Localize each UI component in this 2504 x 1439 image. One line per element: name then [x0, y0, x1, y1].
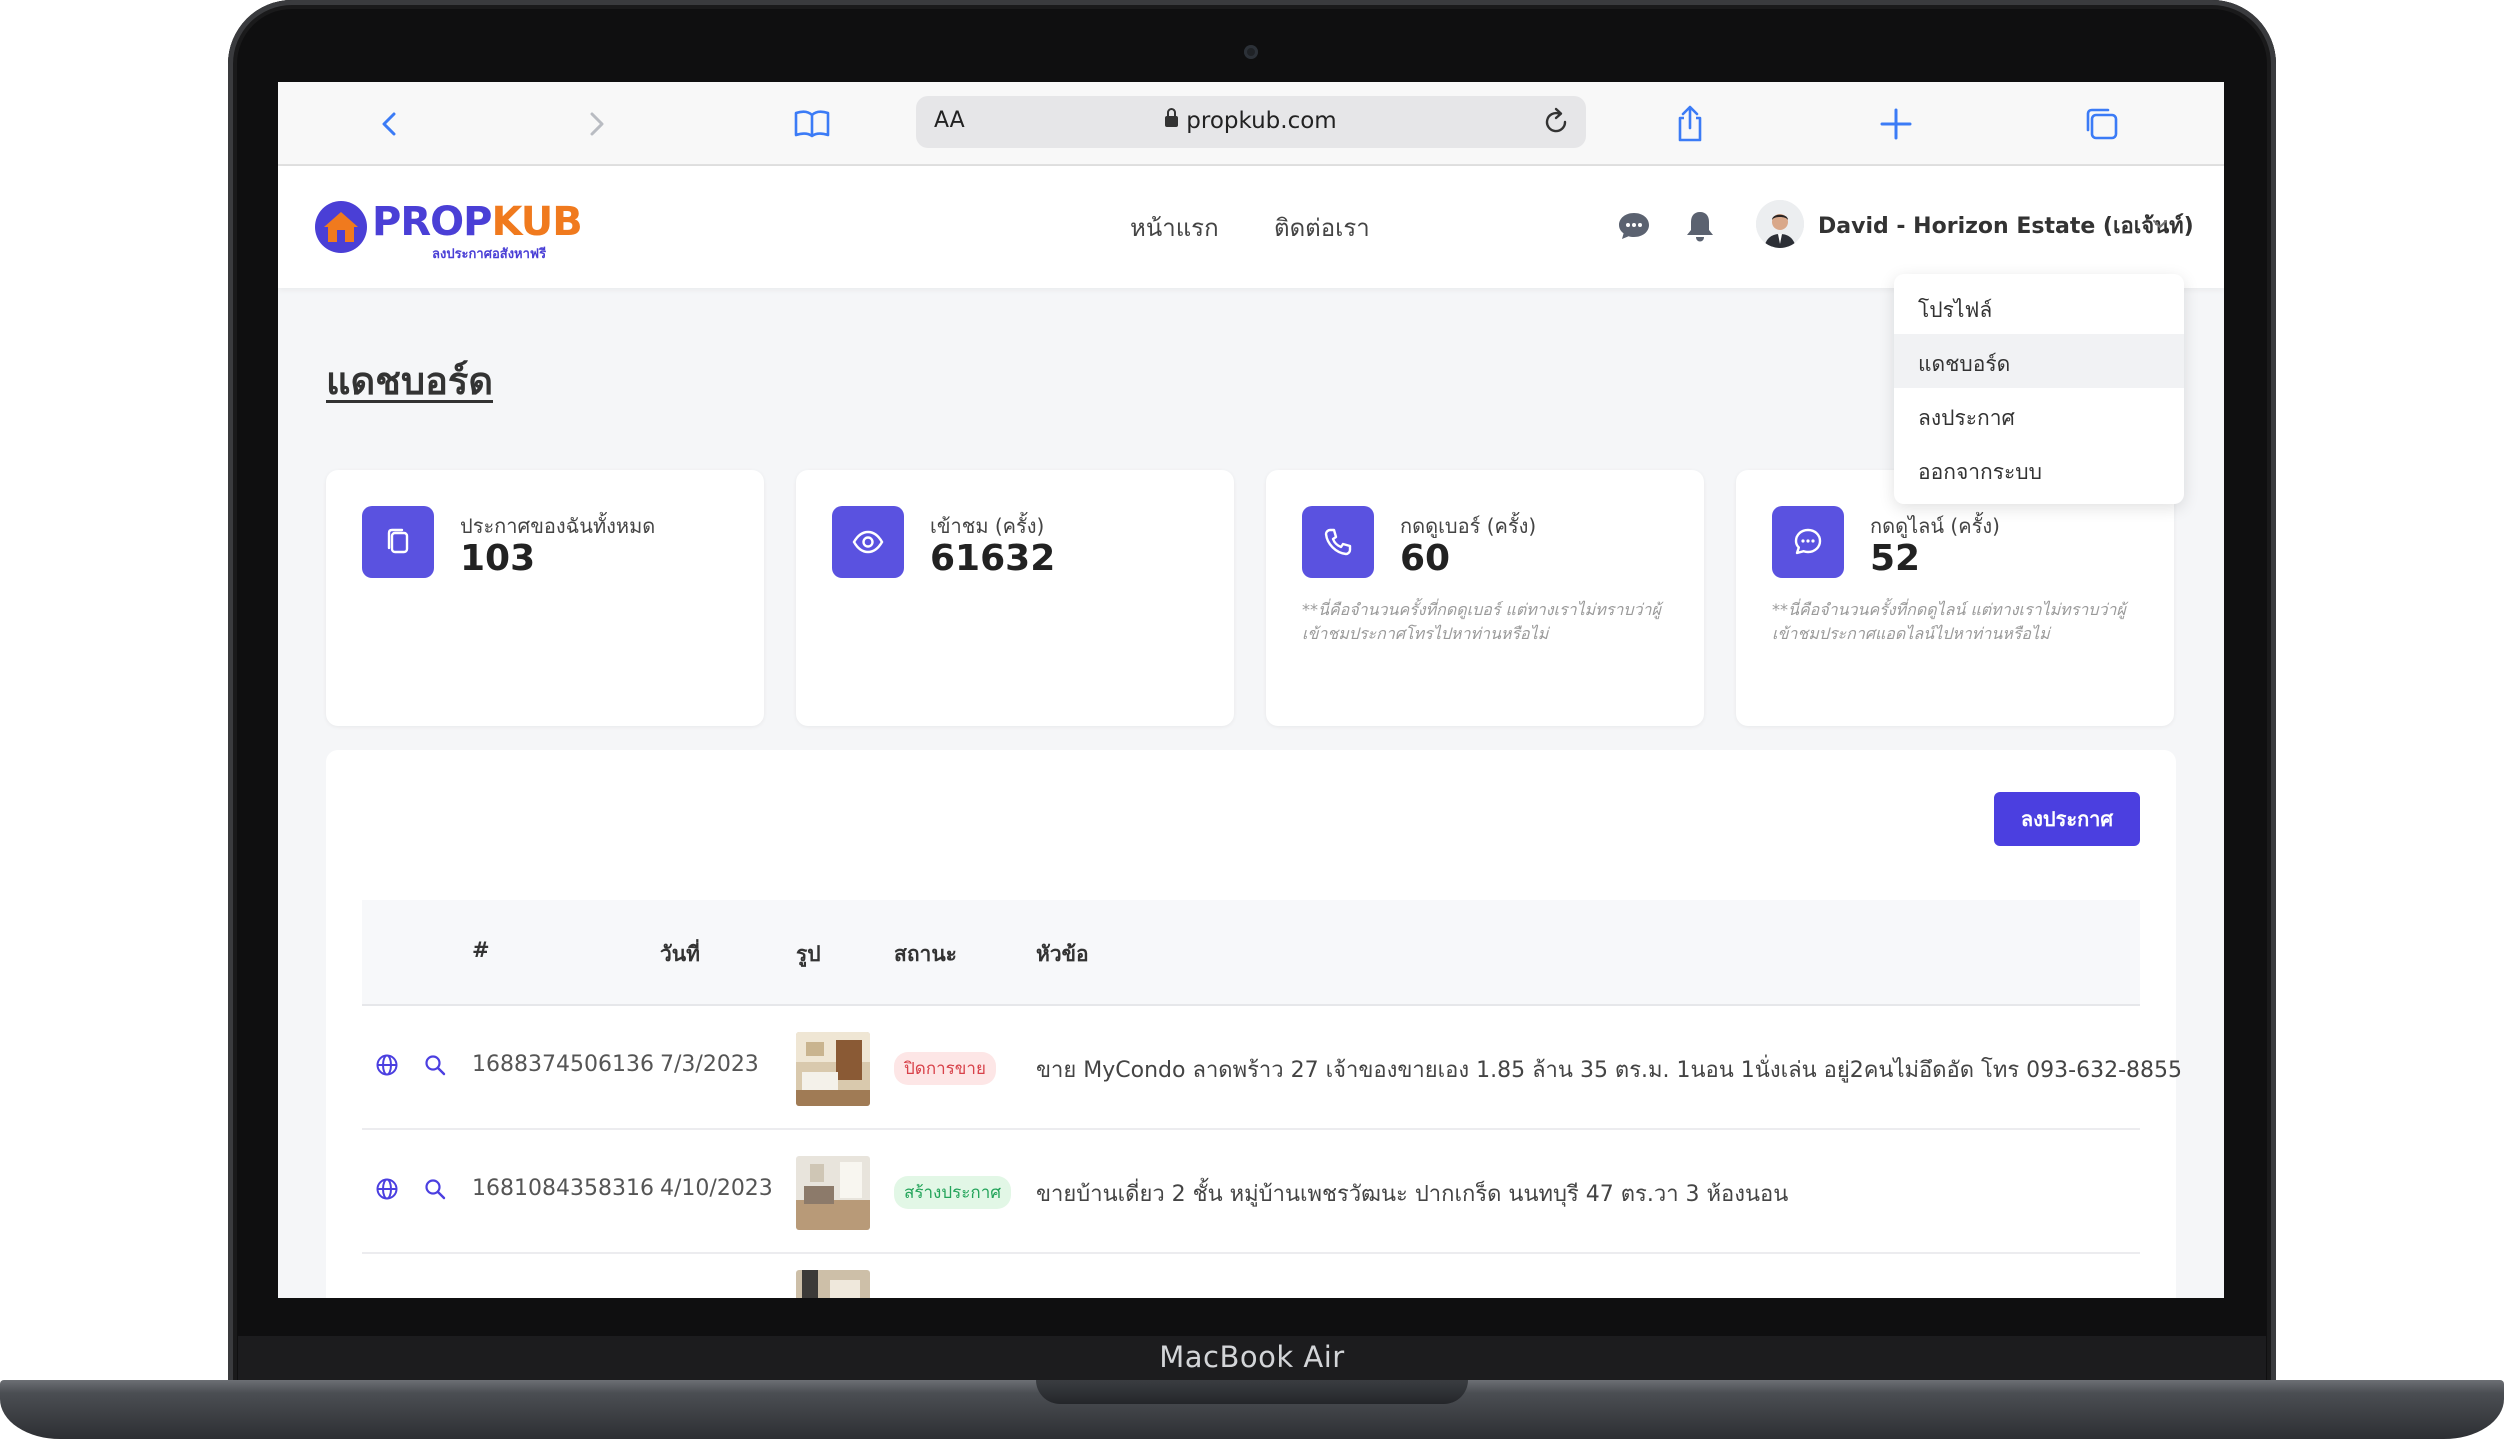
status-badge: ปิดการขาย — [894, 1052, 996, 1085]
logo-wordmark: PROPKUB — [372, 199, 583, 245]
col-image: รูป — [796, 942, 821, 966]
col-title: หัวข้อ — [1036, 942, 1089, 966]
stat-card-views: เข้าชม (ครั้ง) 61632 — [796, 470, 1234, 726]
globe-icon[interactable] — [374, 1176, 400, 1202]
menu-item-logout[interactable]: ออกจากระบบ — [1894, 442, 2184, 496]
col-id: # — [472, 938, 490, 962]
bell-icon[interactable] — [1680, 206, 1720, 246]
globe-icon[interactable] — [374, 1052, 400, 1078]
chat-icon[interactable] — [1614, 206, 1654, 246]
menu-item-label: ลงประกาศ — [1918, 406, 2015, 430]
listing-id: 1688374506136 — [472, 1052, 654, 1077]
screen: AA propkub.com PROPKUB ลงประกาศอสังหาฟรี… — [278, 82, 2224, 1298]
avatar[interactable] — [1756, 200, 1804, 248]
site-header: PROPKUB ลงประกาศอสังหาฟรี หน้าแรก ติดต่อ… — [278, 166, 2224, 288]
table-row[interactable]: 1688374506136 7/3/2023 ปิดการขาย ขาย MyC… — [362, 1006, 2182, 1130]
stat-note: **นี่คือจำนวนครั้งที่กดดูเบอร์ แต่ทางเรา… — [1302, 600, 1661, 643]
new-tab-icon[interactable] — [1874, 102, 1918, 146]
menu-item-label: โปรไฟล์ — [1918, 298, 1993, 322]
stat-value: 60 — [1400, 538, 1451, 579]
listing-thumbnail[interactable] — [796, 1270, 870, 1298]
nav-home[interactable]: หน้าแรก — [1130, 208, 1219, 247]
device-label: MacBook Air — [1159, 1340, 1345, 1374]
search-icon[interactable] — [422, 1052, 448, 1078]
stat-card-line-clicks: กดดูไลน์ (ครั้ง) 52 **นี่คือจำนวนครั้งที… — [1736, 470, 2174, 726]
listing-date: 7/3/2023 — [660, 1052, 759, 1077]
stat-value: 52 — [1870, 538, 1921, 579]
url-text: propkub.com — [916, 108, 1586, 134]
forward-icon[interactable] — [574, 102, 618, 146]
stat-value: 61632 — [930, 538, 1056, 579]
listing-title[interactable]: ขาย MyCondo ลาดพร้าว 27 เจ้าของขายเอง 1.… — [1036, 1052, 2182, 1087]
menu-item-profile[interactable]: โปรไฟล์ — [1894, 280, 2184, 334]
laptop-notch — [1036, 1380, 1468, 1404]
message-icon — [1772, 506, 1844, 578]
table-row[interactable]: 1681084358316 4/10/2023 สร้างประกาศ ขายบ… — [362, 1130, 2140, 1254]
copy-icon — [362, 506, 434, 578]
listing-date: 4/10/2023 — [660, 1176, 773, 1201]
phone-icon — [1302, 506, 1374, 578]
stat-card-listings: ประกาศของฉันทั้งหมด 103 — [326, 470, 764, 726]
camera-dot — [1244, 45, 1258, 59]
status-badge: สร้างประกาศ — [894, 1176, 1012, 1209]
reload-icon[interactable] — [1540, 106, 1572, 138]
user-menu-name[interactable]: David - Horizon Estate (เอเจ้นท์) — [1818, 208, 2194, 243]
page-title: แดชบอร์ด — [326, 359, 493, 403]
post-listing-button[interactable]: ลงประกาศ — [1994, 792, 2140, 846]
listing-thumbnail[interactable] — [796, 1156, 870, 1230]
stat-card-phone-clicks: กดดูเบอร์ (ครั้ง) 60 **นี่คือจำนวนครั้งท… — [1266, 470, 1704, 726]
lock-icon — [1165, 108, 1179, 127]
logo-tagline: ลงประกาศอสังหาฟรี — [432, 247, 547, 262]
user-dropdown-menu: โปรไฟล์ แดชบอร์ด ลงประกาศ ออกจากระบบ — [1894, 274, 2184, 504]
menu-item-label: ออกจากระบบ — [1918, 460, 2042, 484]
menu-item-label: แดชบอร์ด — [1918, 352, 2011, 376]
url-label: propkub.com — [1186, 108, 1337, 134]
listing-title[interactable]: ขายบ้านเดี่ยว 2 ชั้น หมู่บ้านเพชรวัฒนะ ป… — [1036, 1176, 1788, 1211]
col-status: สถานะ — [894, 942, 957, 966]
chevron-down-icon[interactable] — [2150, 214, 2170, 234]
nav-contact[interactable]: ติดต่อเรา — [1274, 208, 1370, 247]
search-icon[interactable] — [422, 1176, 448, 1202]
table-header: # วันที่ รูป สถานะ หัวข้อ — [362, 900, 2140, 1006]
menu-item-dashboard[interactable]: แดชบอร์ด — [1894, 334, 2184, 388]
browser-toolbar: AA propkub.com — [278, 82, 2224, 166]
stat-value: 103 — [460, 538, 536, 579]
bookmarks-icon[interactable] — [790, 102, 834, 146]
back-icon[interactable] — [368, 102, 412, 146]
col-date: วันที่ — [660, 942, 700, 966]
share-icon[interactable] — [1668, 102, 1712, 146]
listing-thumbnail[interactable] — [796, 1032, 870, 1106]
menu-item-post[interactable]: ลงประกาศ — [1894, 388, 2184, 442]
house-logo-icon — [315, 201, 367, 253]
table-row[interactable] — [362, 1254, 2140, 1298]
propkub-logo[interactable]: PROPKUB ลงประกาศอสังหาฟรี — [314, 198, 584, 262]
listings-panel: ลงประกาศ # วันที่ รูป สถานะ หัวข้อ 16883… — [326, 750, 2182, 1298]
tabs-icon[interactable] — [2080, 102, 2124, 146]
stat-note: **นี่คือจำนวนครั้งที่กดดูไลน์ แต่ทางเราไ… — [1772, 600, 2126, 643]
listing-id: 1681084358316 — [472, 1176, 654, 1201]
address-bar[interactable]: AA propkub.com — [916, 96, 1586, 148]
eye-icon — [832, 506, 904, 578]
